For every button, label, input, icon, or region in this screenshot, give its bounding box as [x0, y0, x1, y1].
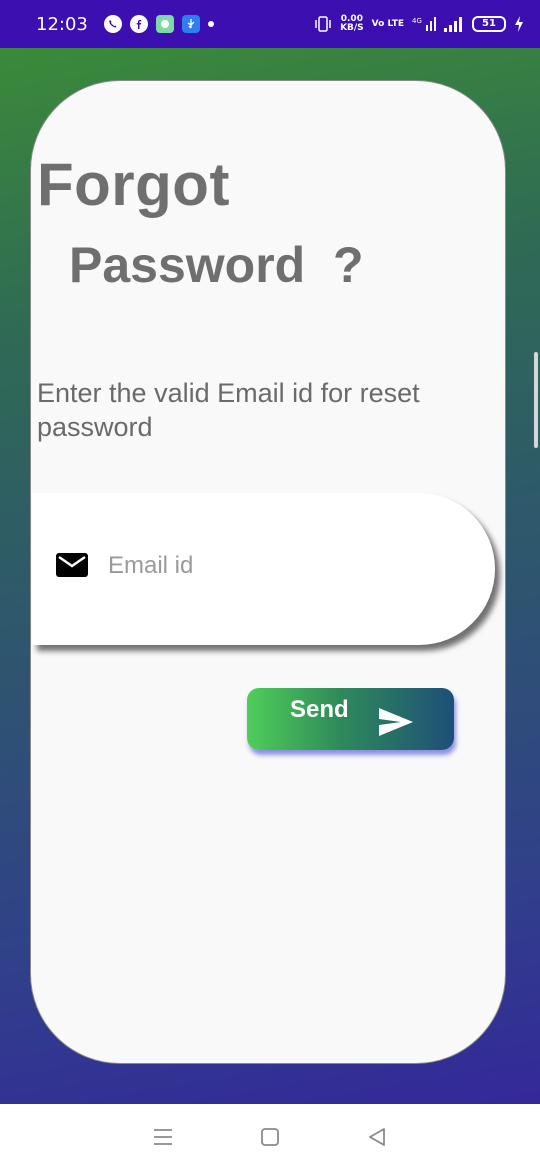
- email-field[interactable]: [32, 493, 495, 645]
- network-speed: 0.00 KB/S: [340, 15, 364, 33]
- email-input[interactable]: [108, 546, 438, 586]
- menu-button[interactable]: [143, 1117, 183, 1157]
- volte-indicator: Vo LTE: [371, 18, 404, 29]
- notification-dot: [207, 21, 214, 27]
- page-title-line1: Forgot: [37, 151, 230, 218]
- status-time: 12:03: [36, 13, 88, 35]
- system-status: 0.00 KB/S Vo LTE 4G 51: [314, 15, 524, 33]
- send-button-label: Send: [290, 696, 349, 723]
- page-title-line2: Password ?: [69, 237, 364, 293]
- menu-icon: [154, 1129, 173, 1145]
- facebook-icon: [129, 15, 148, 33]
- signal-strength-icon: [444, 16, 464, 32]
- usb-icon: [181, 15, 200, 33]
- home-button[interactable]: [250, 1117, 290, 1157]
- signal-4g-label: 4G: [412, 17, 422, 25]
- send-button[interactable]: Send: [247, 688, 454, 750]
- home-icon: [261, 1128, 279, 1146]
- notification-icons: [103, 15, 214, 33]
- system-nav-bar: [0, 1104, 540, 1170]
- status-bar: 12:03 0.00 KB/S Vo LTE 4G 51: [0, 0, 540, 48]
- instructions-text: Enter the valid Email id for reset passw…: [37, 378, 420, 442]
- charging-icon: [514, 16, 524, 32]
- scrollbar[interactable]: [534, 352, 538, 448]
- chat-app-icon: [155, 15, 174, 33]
- net-speed-unit: KB/S: [340, 23, 364, 33]
- back-button[interactable]: [357, 1117, 397, 1157]
- vibrate-icon: [314, 16, 332, 32]
- send-arrow-icon: [379, 708, 413, 736]
- back-icon: [368, 1128, 385, 1146]
- battery-indicator: 51: [472, 16, 506, 32]
- mail-icon: [56, 553, 88, 577]
- whatsapp-icon: [103, 15, 122, 33]
- signal-4g-icon: 4G: [412, 16, 436, 32]
